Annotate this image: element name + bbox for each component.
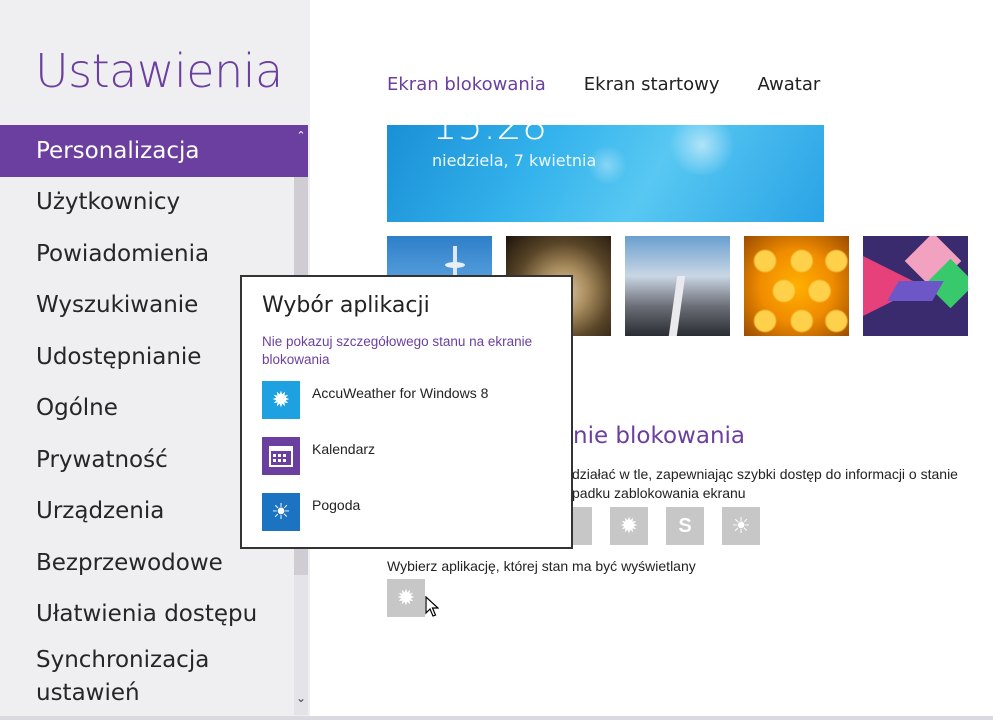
- page-title: Ustawienia: [35, 44, 283, 98]
- app-slot-1[interactable]: [572, 507, 592, 545]
- lock-screen-preview: 15:28 niedziela, 7 kwietnia: [387, 125, 824, 222]
- flyout-app-label: Kalendarz: [312, 441, 376, 457]
- needle-top-shape: [445, 262, 465, 268]
- detailed-status-label: Wybierz aplikację, której stan ma być wy…: [387, 558, 696, 574]
- tab-awatar[interactable]: Awatar: [757, 74, 820, 95]
- sidebar-item-ulatwienia-dostepu[interactable]: Ułatwienia dostępu: [0, 589, 294, 641]
- scroll-up-icon[interactable]: ⌃: [294, 125, 308, 177]
- flyout-app-label: AccuWeather for Windows 8: [312, 385, 489, 401]
- calendar-icon: [262, 437, 300, 475]
- sun-icon[interactable]: ✹: [610, 507, 648, 545]
- detailed-status-app-button[interactable]: ✹: [387, 579, 425, 617]
- flyout-app-label: Pogoda: [312, 497, 361, 513]
- scroll-down-icon[interactable]: ⌄: [294, 691, 308, 711]
- skype-icon[interactable]: S: [666, 507, 704, 545]
- no-status-option[interactable]: Nie pokazuj szczegółowego stanu na ekran…: [262, 333, 562, 369]
- sun-icon: ☀: [262, 493, 300, 531]
- flyout-title: Wybór aplikacji: [262, 293, 430, 318]
- tab-ekran-blokowania[interactable]: Ekran blokowania: [387, 74, 546, 95]
- sidebar-item-powiadomienia[interactable]: Powiadomienia: [0, 228, 294, 280]
- flyout-app-pogoda[interactable]: ☀ Pogoda: [262, 493, 360, 531]
- tab-bar: Ekran blokowania Ekran startowy Awatar: [387, 74, 820, 95]
- sidebar-item-uzytkownicy[interactable]: Użytkownicy: [0, 177, 294, 229]
- shape: [887, 281, 944, 301]
- flyout-app-kalendarz[interactable]: Kalendarz: [262, 437, 375, 475]
- bottom-divider: [0, 716, 993, 720]
- rail-shape: [668, 276, 686, 336]
- preview-date: niedziela, 7 kwietnia: [432, 151, 597, 170]
- thumbnail-railway[interactable]: [625, 236, 730, 336]
- sidebar-item-synchronizacja[interactable]: Synchronizacja ustawień: [0, 640, 294, 712]
- thumbnail-honeycomb[interactable]: [744, 236, 849, 336]
- sidebar-item-personalizacja[interactable]: Personalizacja: [0, 125, 294, 177]
- sun-icon: ✹: [262, 381, 300, 419]
- preview-highlight: [667, 125, 737, 175]
- honeycomb-pattern: [744, 236, 849, 336]
- sun-icon[interactable]: ☀: [722, 507, 760, 545]
- tab-ekran-startowy[interactable]: Ekran startowy: [584, 74, 720, 95]
- lock-screen-apps-heading: nie blokowania: [573, 423, 746, 449]
- lock-screen-app-slots: ✹ S ☀: [572, 507, 760, 545]
- app-chooser-flyout: Wybór aplikacji Nie pokazuj szczegółoweg…: [240, 275, 573, 549]
- flyout-app-accuweather[interactable]: ✹ AccuWeather for Windows 8: [262, 381, 488, 419]
- thumbnail-geometric[interactable]: [863, 236, 968, 336]
- preview-time: 15:28: [432, 125, 548, 149]
- lock-screen-apps-description: działać w tle, zapewniając szybki dostęp…: [572, 466, 958, 501]
